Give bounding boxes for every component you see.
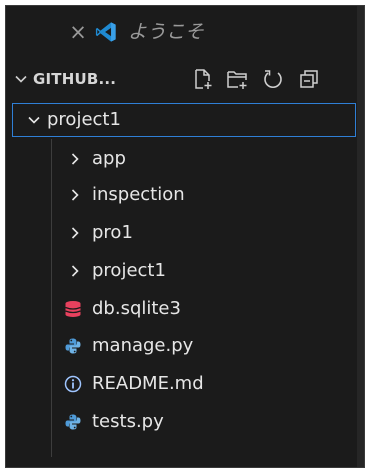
- tree-item-db-sqlite3[interactable]: db.sqlite3: [6, 292, 356, 326]
- close-icon[interactable]: ×: [68, 22, 88, 43]
- chevron-right-icon[interactable]: [68, 264, 82, 278]
- tree-item-inspection[interactable]: inspection: [6, 178, 356, 212]
- new-folder-icon[interactable]: [226, 68, 248, 90]
- tree-item-label: project1: [47, 109, 121, 130]
- database-icon: [65, 301, 81, 317]
- tree-item-project1[interactable]: project1: [6, 254, 356, 288]
- tree-item-pro1[interactable]: pro1: [6, 216, 356, 250]
- vscode-logo-icon: [95, 22, 116, 42]
- tree-item-project1-root[interactable]: project1: [12, 103, 356, 137]
- tree-item-label: pro1: [92, 222, 133, 243]
- info-icon: [64, 375, 82, 393]
- new-file-icon[interactable]: [192, 68, 214, 90]
- tree-item-app[interactable]: app: [6, 142, 356, 176]
- tree-item-label: inspection: [92, 184, 185, 205]
- chevron-right-icon[interactable]: [68, 226, 82, 240]
- open-editor-item-welcome[interactable]: × ようこそ: [6, 16, 356, 48]
- chevron-down-icon[interactable]: [14, 72, 28, 86]
- explorer-section-header[interactable]: GITHUB...: [6, 64, 356, 94]
- chevron-right-icon[interactable]: [68, 188, 82, 202]
- welcome-tab-label: ようこそ: [128, 21, 205, 43]
- tree-item-label: tests.py: [92, 411, 164, 432]
- refresh-icon[interactable]: [262, 68, 284, 90]
- section-title: GITHUB...: [33, 70, 117, 88]
- tree-item-label: db.sqlite3: [92, 298, 181, 319]
- tree-item-manage-py[interactable]: manage.py: [6, 329, 356, 363]
- explorer-panel: × ようこそ GITHUB... project1 app inspection…: [5, 5, 365, 468]
- chevron-down-icon[interactable]: [27, 113, 41, 127]
- python-icon: [65, 414, 81, 430]
- scrollbar-track[interactable]: [357, 6, 364, 467]
- tree-item-label: project1: [92, 260, 166, 281]
- python-icon: [65, 338, 81, 354]
- tree-item-label: app: [92, 148, 126, 169]
- collapse-all-icon[interactable]: [298, 68, 320, 90]
- screenshot-frame: × ようこそ GITHUB... project1 app inspection…: [0, 0, 371, 473]
- tree-item-label: manage.py: [92, 335, 194, 356]
- tree-item-label: README.md: [92, 373, 204, 394]
- chevron-right-icon[interactable]: [68, 152, 82, 166]
- tree-item-readme-md[interactable]: README.md: [6, 367, 356, 401]
- tree-item-tests-py[interactable]: tests.py: [6, 405, 356, 439]
